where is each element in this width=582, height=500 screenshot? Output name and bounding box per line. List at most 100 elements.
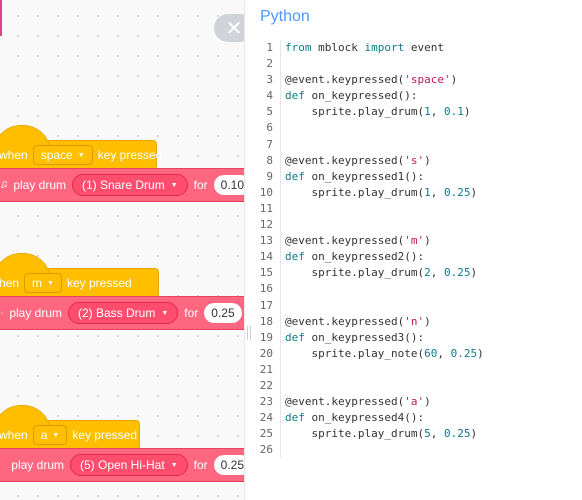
hat-suffix: key pressed (97, 148, 163, 162)
python-code-panel: Python 1 from mblock import event 2 3 @event… (244, 0, 582, 500)
line-number: 14 (259, 250, 273, 264)
code-line: 15 sprite.play_drum(2, 0.25) (249, 265, 582, 281)
play-drum-block[interactable]: play drum (2) Bass Drum ▼ for 0.25 t (0, 296, 244, 330)
code-line: 11 (249, 201, 582, 217)
line-number: 15 (259, 266, 273, 280)
code-line: 26 (249, 442, 582, 458)
when-key-pressed-block[interactable]: hen m ▼ key pressed (0, 253, 159, 298)
code-text: @event.keypressed('s') (285, 153, 431, 167)
code-text: sprite.play_drum(5, 0.25) (285, 427, 478, 441)
line-number: 22 (259, 378, 273, 392)
code-text: @event.keypressed('space') (285, 73, 458, 87)
line-number: 26 (259, 443, 273, 457)
play-drum-block[interactable]: play drum (5) Open Hi-Hat ▼ for 0.25 (0, 448, 244, 482)
code-text: def on_keypressed4(): (285, 411, 425, 425)
drum-dropdown[interactable]: (2) Bass Drum ▼ (68, 302, 179, 324)
code-text: def on_keypressed(): (285, 89, 418, 103)
key-dropdown-value: m (32, 276, 43, 290)
code-line: 25 sprite.play_drum(5, 0.25) (249, 426, 582, 442)
line-number: 1 (266, 41, 273, 54)
code-line: 16 (249, 281, 582, 297)
chevron-down-icon: ▼ (170, 461, 178, 469)
line-number: 23 (259, 395, 273, 409)
line-number: 9 (266, 169, 273, 183)
code-line: 19 def on_keypressed3(): (249, 330, 582, 346)
chevron-down-icon: ▼ (52, 431, 60, 439)
hat-suffix: key pressed (66, 276, 132, 290)
line-number: 11 (259, 201, 273, 215)
when-key-pressed-block[interactable]: when a ▼ key pressed (0, 405, 140, 450)
line-number: 6 (266, 121, 273, 135)
code-text: def on_keypressed1(): (285, 169, 425, 183)
for-label: for (184, 306, 199, 320)
drum-dropdown-value: (1) Snare Drum (82, 178, 165, 192)
block-workspace[interactable]: when space ▼ key pressed play drum (1) S… (0, 0, 244, 500)
line-number: 16 (259, 282, 273, 296)
code-text: def on_keypressed2(): (285, 250, 425, 264)
play-drum-label: play drum (13, 178, 66, 192)
code-text: def on_keypressed3(): (285, 330, 425, 344)
code-line: 4 def on_keypressed(): (249, 88, 582, 104)
line-number: 19 (259, 330, 273, 344)
drum-dropdown-value: (2) Bass Drum (78, 306, 156, 320)
line-number: 18 (259, 314, 273, 328)
code-line: 21 (249, 362, 582, 378)
line-number: 10 (259, 185, 273, 199)
music-note-icon (1, 181, 7, 188)
hat-prefix: when (0, 428, 28, 442)
chevron-down-icon: ▼ (77, 151, 85, 159)
close-icon: ✕ (225, 17, 243, 40)
line-number: 12 (259, 218, 273, 232)
play-drum-block[interactable]: play drum (1) Snare Drum ▼ for 0.10 (0, 168, 244, 202)
code-text: sprite.play_drum(1, 0.1) (285, 105, 471, 119)
key-dropdown[interactable]: a ▼ (32, 425, 68, 445)
code-line: 8 @event.keypressed('s') (249, 153, 582, 169)
beats-input[interactable]: 0.25 (204, 303, 242, 323)
chevron-down-icon: ▼ (47, 279, 54, 287)
line-number: 4 (266, 89, 273, 103)
drum-dropdown-value: (5) Open Hi-Hat (79, 458, 165, 472)
line-number: 25 (259, 427, 273, 441)
code-line: 22 (249, 378, 582, 394)
line-number: 2 (266, 57, 273, 71)
code-line: 9 def on_keypressed1(): (249, 169, 582, 185)
code-line: 23 @event.keypressed('a') (249, 394, 582, 410)
code-text: @event.keypressed('n') (285, 314, 431, 328)
hat-prefix: hen (0, 276, 20, 290)
beats-input[interactable]: 0.10 (213, 175, 244, 195)
play-drum-label: play drum (9, 306, 62, 320)
line-number: 13 (259, 234, 273, 248)
code-line: 13 @event.keypressed('m') (249, 233, 582, 249)
key-dropdown-value: space (40, 148, 73, 162)
code-line: 18 @event.keypressed('n') (249, 314, 582, 330)
code-line: 6 (249, 120, 582, 136)
line-number: 20 (259, 346, 273, 360)
line-number: 8 (266, 153, 273, 167)
key-dropdown[interactable]: space ▼ (32, 145, 93, 165)
key-dropdown[interactable]: m ▼ (24, 273, 62, 293)
code-viewer[interactable]: 1 from mblock import event 2 3 @event.keypre… (249, 40, 582, 458)
code-line: 20 sprite.play_note(60, 0.25) (249, 346, 582, 362)
line-number: 17 (259, 298, 273, 312)
when-key-pressed-block[interactable]: when space ▼ key pressed (0, 125, 162, 170)
code-text: @event.keypressed('a') (285, 395, 431, 409)
code-text: @event.keypressed('m') (285, 234, 431, 248)
code-line: 14 def on_keypressed2(): (249, 249, 582, 265)
code-line: 17 (249, 298, 582, 314)
edge-marker (0, 0, 2, 36)
code-text: sprite.play_note(60, 0.25) (285, 346, 484, 360)
code-text: from mblock import event (285, 41, 444, 54)
code-text: sprite.play_drum(2, 0.25) (285, 266, 478, 280)
code-line: 7 (249, 137, 582, 153)
music-note-icon (1, 311, 4, 315)
for-label: for (193, 458, 208, 472)
line-number: 21 (259, 362, 273, 376)
python-panel-title: Python (260, 7, 310, 25)
drum-dropdown[interactable]: (1) Snare Drum ▼ (72, 174, 188, 196)
code-line: 2 (249, 56, 582, 72)
drum-dropdown[interactable]: (5) Open Hi-Hat ▼ (69, 454, 188, 476)
code-line: 1 from mblock import event (249, 40, 582, 56)
code-line: 3 @event.keypressed('space') (249, 72, 582, 88)
beats-input[interactable]: 0.25 (213, 455, 244, 475)
play-drum-label: play drum (11, 458, 64, 472)
